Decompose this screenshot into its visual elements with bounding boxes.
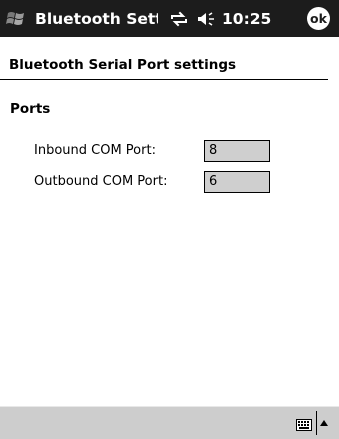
- clock[interactable]: 10:25: [222, 10, 271, 28]
- menu-divider: [316, 411, 317, 435]
- title-bar: Bluetooth Settings 10:25 ok: [0, 0, 339, 37]
- outbound-port-field[interactable]: 6: [204, 171, 270, 193]
- ports-heading: Ports: [10, 101, 51, 117]
- windows-flag-icon[interactable]: [0, 0, 32, 37]
- ok-button[interactable]: ok: [307, 7, 330, 30]
- outbound-port-label: Outbound COM Port:: [34, 174, 168, 189]
- inbound-port-label: Inbound COM Port:: [34, 143, 156, 158]
- inbound-port-field[interactable]: 8: [204, 140, 270, 162]
- page-title: Bluetooth Serial Port settings: [9, 57, 237, 73]
- connectivity-icon[interactable]: [170, 11, 188, 27]
- window: Bluetooth Settings 10:25 ok Bluetooth Se…: [0, 0, 339, 439]
- window-title: Bluetooth Settings: [35, 9, 158, 28]
- volume-icon[interactable]: [197, 11, 216, 27]
- inbound-port-row: Inbound COM Port: 8: [0, 140, 339, 164]
- input-menu-arrow-icon[interactable]: [320, 420, 328, 426]
- system-tray: 10:25: [170, 10, 271, 28]
- page-header: Bluetooth Serial Port settings: [0, 37, 339, 80]
- menu-bar: [0, 406, 339, 439]
- header-divider: [0, 79, 328, 80]
- keyboard-icon[interactable]: [296, 416, 312, 435]
- outbound-port-row: Outbound COM Port: 6: [0, 171, 339, 195]
